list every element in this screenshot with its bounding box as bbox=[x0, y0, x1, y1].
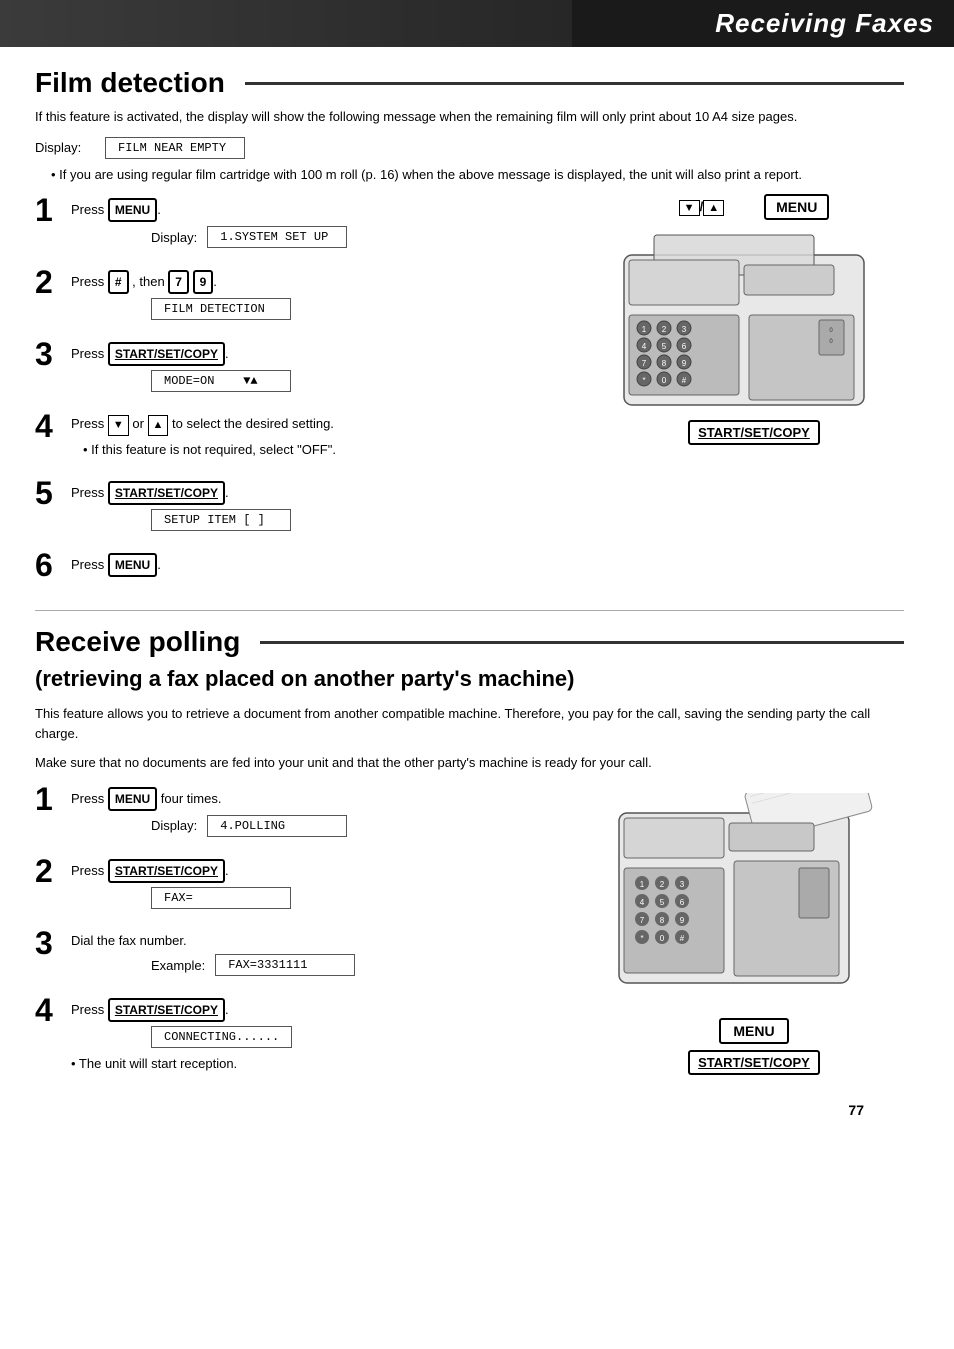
svg-text:5: 5 bbox=[660, 898, 665, 907]
svg-text:0: 0 bbox=[662, 376, 667, 385]
svg-text:1: 1 bbox=[642, 325, 647, 334]
svg-text:#: # bbox=[680, 934, 685, 943]
page-number: 77 bbox=[35, 1102, 904, 1118]
page-header: Receiving Faxes bbox=[0, 0, 954, 47]
film-step-2: 2 Press # , then 7 9. FILM DETECTION bbox=[35, 266, 584, 324]
svg-text:1: 1 bbox=[640, 880, 645, 889]
svg-text:6: 6 bbox=[680, 898, 685, 907]
polling-steps-left: 1 Press MENU four times. Display: 4.POLL… bbox=[35, 783, 584, 1092]
svg-text:*: * bbox=[640, 934, 643, 943]
polling-intro1: This feature allows you to retrieve a do… bbox=[35, 704, 904, 743]
menu-btn-p1: MENU bbox=[108, 787, 157, 811]
start-set-copy-polling-diagram: START/SET/COPY bbox=[688, 1050, 820, 1075]
svg-text:7: 7 bbox=[642, 359, 647, 368]
svg-text:9: 9 bbox=[682, 359, 687, 368]
film-step-3: 3 Press START/SET/COPY. MODE=ON ▼▲ bbox=[35, 338, 584, 396]
svg-text:2: 2 bbox=[662, 325, 667, 334]
fax-machine-diagram-polling: 1 2 3 4 5 6 7 8 9 bbox=[614, 793, 894, 1013]
svg-text:3: 3 bbox=[680, 880, 685, 889]
polling-step-2: 2 Press START/SET/COPY. FAX= bbox=[35, 855, 584, 913]
polling-step3-display: FAX=3331111 bbox=[215, 954, 355, 976]
menu-btn-polling-diagram: MENU bbox=[719, 1018, 788, 1044]
film-steps-left: 1 Press MENU. Display: 1.SYSTEM SET UP 2 bbox=[35, 194, 584, 595]
film-display-line: Display: FILM NEAR EMPTY bbox=[35, 137, 904, 159]
film-bullet1: If you are using regular film cartridge … bbox=[51, 165, 904, 185]
header-title: Receiving Faxes bbox=[715, 8, 934, 38]
receive-polling-subtitle: (retrieving a fax placed on another part… bbox=[35, 666, 904, 692]
film-step-1: 1 Press MENU. Display: 1.SYSTEM SET UP bbox=[35, 194, 584, 252]
polling-step-3: 3 Dial the fax number. Example: FAX=3331… bbox=[35, 927, 584, 981]
film-display-box: FILM NEAR EMPTY bbox=[105, 137, 245, 159]
polling-step4-display: CONNECTING...... bbox=[151, 1026, 292, 1048]
svg-text:4: 4 bbox=[642, 342, 647, 351]
menu-btn-1: MENU bbox=[108, 198, 157, 222]
film-detection-intro: If this feature is activated, the displa… bbox=[35, 107, 904, 127]
fax-machine-diagram-top: 1 2 3 4 5 6 7 8 bbox=[614, 225, 894, 415]
start-set-copy-btn-3: START/SET/COPY bbox=[108, 342, 225, 366]
svg-text:7: 7 bbox=[640, 916, 645, 925]
start-set-copy-btn-p4: START/SET/COPY bbox=[108, 998, 225, 1022]
menu-label-diagram: MENU bbox=[764, 194, 829, 220]
step3-display: MODE=ON ▼▲ bbox=[151, 370, 291, 392]
step5-display: SETUP ITEM [ ] bbox=[151, 509, 291, 531]
svg-text:*: * bbox=[642, 376, 645, 385]
film-detection-section: Film detection If this feature is activa… bbox=[35, 67, 904, 595]
hash-btn: # bbox=[108, 270, 129, 294]
film-steps-area: 1 Press MENU. Display: 1.SYSTEM SET UP 2 bbox=[35, 194, 904, 595]
num7-btn: 7 bbox=[168, 270, 189, 294]
film-detection-title: Film detection bbox=[35, 67, 904, 99]
polling-step2-display: FAX= bbox=[151, 887, 291, 909]
svg-text:6: 6 bbox=[682, 342, 687, 351]
polling-steps-area: 1 Press MENU four times. Display: 4.POLL… bbox=[35, 783, 904, 1092]
film-step-6: 6 Press MENU. bbox=[35, 549, 584, 581]
receive-polling-title: Receive polling bbox=[35, 626, 904, 658]
polling-intro2: Make sure that no documents are fed into… bbox=[35, 753, 904, 773]
step1-display: 1.SYSTEM SET UP bbox=[207, 226, 347, 248]
film-steps-diagram: ▼/▲ MENU 1 bbox=[604, 194, 904, 595]
svg-text:0: 0 bbox=[660, 934, 665, 943]
polling-steps-diagram: 1 2 3 4 5 6 7 8 9 bbox=[604, 783, 904, 1092]
polling-diagram-buttons: MENU START/SET/COPY bbox=[688, 1018, 820, 1075]
svg-text:5: 5 bbox=[662, 342, 667, 351]
start-set-copy-btn-p2: START/SET/COPY bbox=[108, 859, 225, 883]
svg-text:2: 2 bbox=[660, 880, 665, 889]
start-set-copy-diagram-label: START/SET/COPY bbox=[688, 420, 820, 445]
step2-display: FILM DETECTION bbox=[151, 298, 291, 320]
num9-btn: 9 bbox=[193, 270, 214, 294]
svg-text:8: 8 bbox=[660, 916, 665, 925]
start-set-copy-btn-5: START/SET/COPY bbox=[108, 481, 225, 505]
polling-step-1: 1 Press MENU four times. Display: 4.POLL… bbox=[35, 783, 584, 841]
svg-text:4: 4 bbox=[640, 898, 645, 907]
menu-btn-6: MENU bbox=[108, 553, 157, 577]
film-step-4: 4 Press ▼ or ▲ to select the desired set… bbox=[35, 410, 584, 463]
receive-polling-section: Receive polling (retrieving a fax placed… bbox=[35, 626, 904, 1092]
polling-step-4: 4 Press START/SET/COPY. CONNECTING......… bbox=[35, 994, 584, 1078]
film-step-5: 5 Press START/SET/COPY. SETUP ITEM [ ] bbox=[35, 477, 584, 535]
svg-text:#: # bbox=[682, 376, 687, 385]
va-label: ▼/▲ MENU bbox=[679, 194, 830, 220]
svg-text:9: 9 bbox=[680, 916, 685, 925]
svg-text:3: 3 bbox=[682, 325, 687, 334]
polling-step1-display: 4.POLLING bbox=[207, 815, 347, 837]
section-divider bbox=[35, 610, 904, 611]
svg-text:8: 8 bbox=[662, 359, 667, 368]
